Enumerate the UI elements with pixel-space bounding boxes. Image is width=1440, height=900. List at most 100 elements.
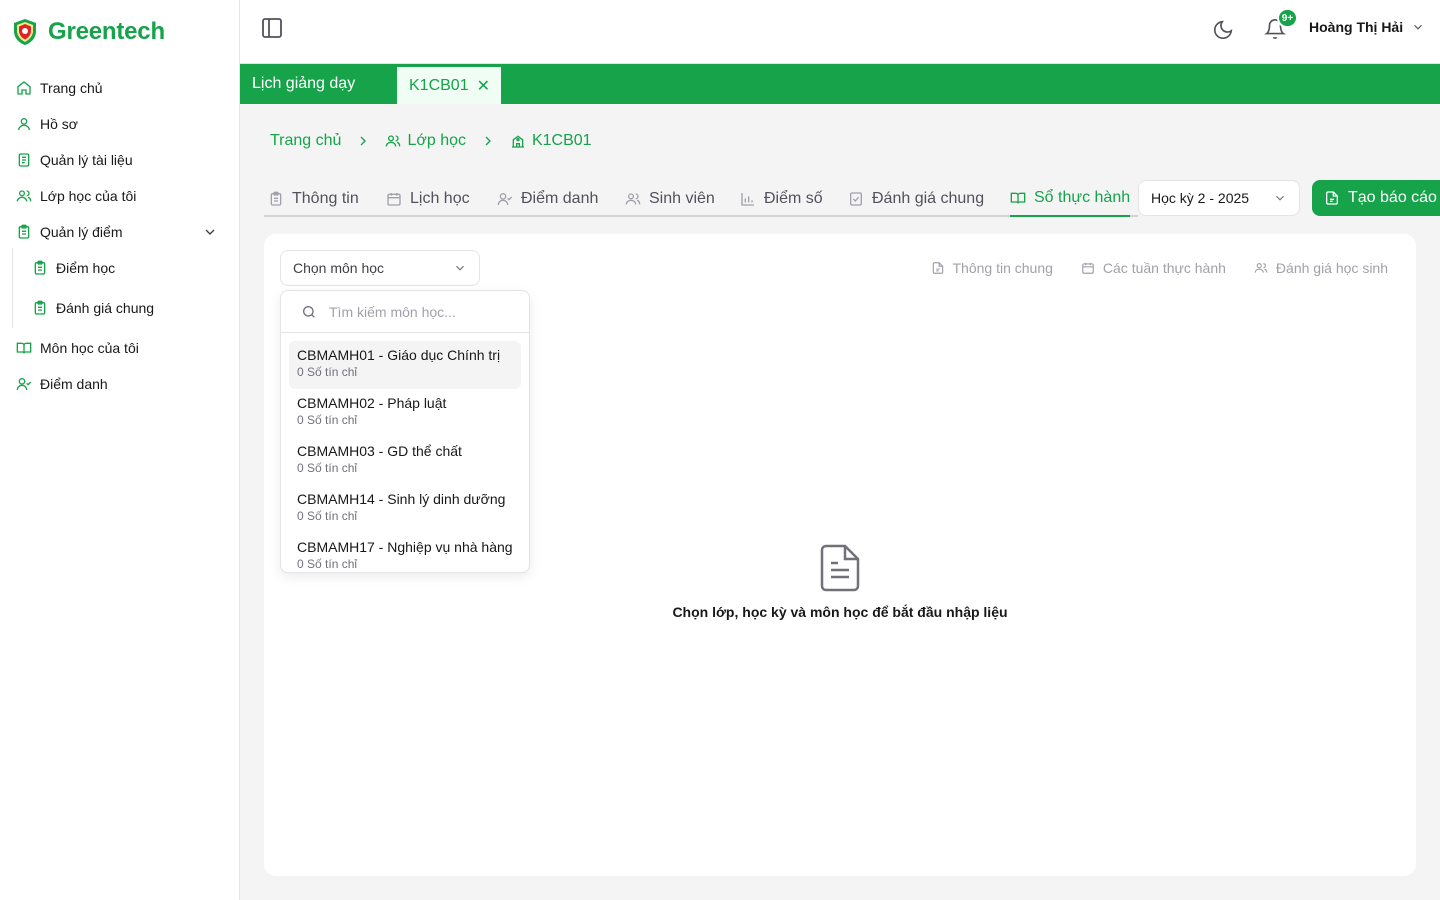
tab-teaching-schedule[interactable]: Lịch giảng dạy [240,64,394,104]
close-icon[interactable]: ✕ [477,76,490,96]
tab-label: Điểm danh [521,189,599,207]
sidebar-item-general-evaluation[interactable]: Đánh giá chung [32,290,154,326]
sidebar-item-label: Trang chủ [40,80,103,96]
file-icon [1324,190,1340,206]
subtab-practice-weeks[interactable]: Các tuần thực hành [1081,260,1226,276]
sidebar-toggle-icon[interactable] [260,16,284,40]
subtab-label: Các tuần thực hành [1102,260,1226,276]
top-header: 9+ Hoàng Thị Hải [240,0,1440,64]
notification-badge: 9+ [1277,8,1298,28]
button-label: Tạo báo cáo [1348,189,1437,206]
school-icon [510,133,526,149]
subject-search-input[interactable] [329,303,509,320]
sidebar-item-documents[interactable]: Quản lý tài liệu [16,142,133,178]
subject-option-name: CBMAMH17 - Nghiệp vụ nhà hàng [297,539,513,555]
moon-icon[interactable] [1212,19,1234,41]
breadcrumb-current[interactable]: K1CB01 [510,132,592,150]
breadcrumb-label: Lớp học [407,132,466,149]
breadcrumb-classes[interactable]: Lớp học [385,132,466,150]
subject-option[interactable]: CBMAMH17 - Nghiệp vụ nhà hàng 0 Số tín c… [289,533,521,572]
tab-label: Lịch học [410,189,470,207]
subject-option-credits: 0 Số tín chỉ [297,461,358,475]
subtab-general-info[interactable]: Thông tin chung [931,260,1053,276]
calendar-icon [386,191,402,207]
subject-option-name: CBMAMH14 - Sinh lý dinh dưỡng [297,491,506,507]
empty-state-text: Chọn lớp, học kỳ và môn học để bắt đầu n… [672,604,1008,620]
search-icon [301,304,317,320]
document-icon [931,261,945,275]
user-check-icon [16,376,32,392]
submenu-line [12,248,13,328]
chevron-down-icon [1273,191,1287,205]
sidebar-item-my-classes[interactable]: Lớp học của tôi [16,178,136,214]
sidebar-item-my-subjects[interactable]: Môn học của tôi [16,330,139,366]
sidebar-item-label: Hồ sơ [40,116,78,132]
subject-option[interactable]: CBMAMH03 - GD thể chất 0 Số tín chỉ [289,437,521,485]
tab-practice-book[interactable]: Sổ thực hành [1010,180,1131,217]
semester-select[interactable]: Học kỳ 2 - 2025 [1138,180,1300,216]
file-text-icon [820,544,860,592]
sidebar-item-label: Điểm học [56,260,116,276]
subject-option[interactable]: CBMAMH14 - Sinh lý dinh dưỡng 0 Số tín c… [289,485,521,533]
tab-schedule[interactable]: Lịch học [386,180,470,217]
clipboard-icon [32,260,48,276]
bar-chart-icon [740,191,756,207]
sidebar-item-label: Đánh giá chung [56,300,155,316]
checklist-icon [848,191,864,207]
sidebar-item-home[interactable]: Trang chủ [16,70,103,106]
subject-option-credits: 0 Số tín chỉ [297,413,358,427]
subtab-student-evaluation[interactable]: Đánh giá học sinh [1254,260,1388,276]
brand[interactable]: Greentech [12,18,165,46]
tab-k1cb01[interactable]: K1CB01 ✕ [397,67,501,104]
subject-option-name: CBMAMH02 - Pháp luật [297,395,447,411]
user-check-icon [497,191,513,207]
book-open-icon [16,340,32,356]
tab-attendance[interactable]: Điểm danh [497,180,598,217]
users-icon [16,188,32,204]
sidebar: Greentech Trang chủ Hồ sơ Quản lý tài li… [0,0,240,900]
subject-option-credits: 0 Số tín chỉ [297,365,358,379]
users-icon [385,133,401,149]
breadcrumb-home[interactable]: Trang chủ [270,132,341,150]
sidebar-item-attendance[interactable]: Điểm danh [16,366,108,402]
tab-info[interactable]: Thông tin [268,180,359,217]
subject-option-list: CBMAMH01 - Giáo dục Chính trị 0 Số tín c… [281,333,529,572]
tab-label: Sinh viên [649,189,715,207]
sidebar-item-profile[interactable]: Hồ sơ [16,106,78,142]
clipboard-icon [16,224,32,240]
document-icon [16,152,32,168]
sidebar-item-label: Môn học của tôi [40,340,139,356]
sidebar-item-grades[interactable]: Điểm học [32,250,115,286]
chevron-right-icon [480,133,496,149]
subject-select[interactable]: Chọn môn học [280,250,480,286]
create-report-button[interactable]: Tạo báo cáo [1312,180,1440,216]
sidebar-item-label: Điểm danh [40,376,108,392]
tab-scores[interactable]: Điểm số [740,180,823,217]
chevron-down-icon [1411,20,1425,34]
subject-option[interactable]: CBMAMH01 - Giáo dục Chính trị 0 Số tín c… [289,341,521,389]
clipboard-icon [32,300,48,316]
sub-tabs: Thông tin chung Các tuần thực hành Đánh … [931,260,1388,276]
sidebar-item-label: Quản lý điểm [40,224,123,240]
logo-shield-icon [12,18,38,46]
clipboard-icon [268,191,284,207]
subject-option-name: CBMAMH03 - GD thể chất [297,443,462,459]
subtab-label: Thông tin chung [952,260,1053,276]
subject-select-value: Chọn môn học [293,260,385,276]
sidebar-item-grade-management[interactable]: Quản lý điểm [16,214,122,250]
home-icon [16,80,32,96]
tab-students[interactable]: Sinh viên [625,180,715,217]
chevron-down-icon[interactable] [202,224,218,240]
chevron-right-icon [355,133,371,149]
semester-value: Học kỳ 2 - 2025 [1151,190,1250,206]
tab-general-evaluation[interactable]: Đánh giá chung [848,180,984,217]
subject-option[interactable]: CBMAMH02 - Pháp luật 0 Số tín chỉ [289,389,521,437]
user-menu[interactable]: Hoàng Thị Hải [1309,19,1425,35]
subject-option-credits: 0 Số tín chỉ [297,557,358,571]
subject-option-name: CBMAMH01 - Giáo dục Chính trị [297,347,501,363]
tab-label: Thông tin [292,189,359,207]
dropdown-search [281,291,529,333]
breadcrumb-label: Trang chủ [270,132,342,149]
calendar-icon [1081,261,1095,275]
tab-bar: Lịch giảng dạy K1CB01 ✕ [240,64,1440,104]
